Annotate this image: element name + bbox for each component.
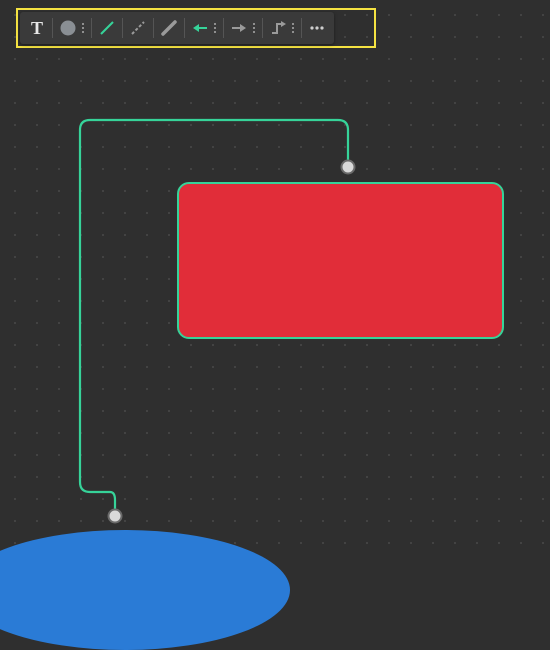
separator — [122, 18, 123, 38]
arrow-right-icon — [229, 18, 249, 38]
connector-icon — [268, 18, 288, 38]
more-horizontal-icon — [307, 18, 327, 38]
shape-rectangle[interactable] — [177, 182, 504, 339]
separator — [91, 18, 92, 38]
line-dashed-icon — [128, 18, 148, 38]
separator — [153, 18, 154, 38]
separator — [184, 18, 185, 38]
separator — [301, 18, 302, 38]
arrow-left-icon — [190, 18, 210, 38]
text-tool-icon: T — [31, 18, 43, 39]
line-thick-icon — [159, 18, 179, 38]
endpoint-start[interactable] — [342, 161, 355, 174]
text-tool-button[interactable]: T — [24, 15, 50, 41]
separator — [52, 18, 53, 38]
separator — [262, 18, 263, 38]
line-style-dashed-button[interactable] — [125, 15, 151, 41]
fill-circle-icon — [59, 19, 77, 37]
endpoint-end[interactable] — [109, 510, 122, 523]
fill-color-button[interactable] — [55, 15, 81, 41]
line-weight-button[interactable] — [156, 15, 182, 41]
formatting-toolbar: T — [20, 12, 334, 44]
line-solid-icon — [97, 18, 117, 38]
canvas-area[interactable] — [0, 0, 550, 546]
more-options-button[interactable] — [304, 15, 330, 41]
arrow-end-button[interactable] — [226, 15, 252, 41]
connector-style-button[interactable] — [265, 15, 291, 41]
arrow-start-button[interactable] — [187, 15, 213, 41]
line-style-solid-button[interactable] — [94, 15, 120, 41]
separator — [223, 18, 224, 38]
shape-ellipse[interactable] — [0, 530, 290, 650]
